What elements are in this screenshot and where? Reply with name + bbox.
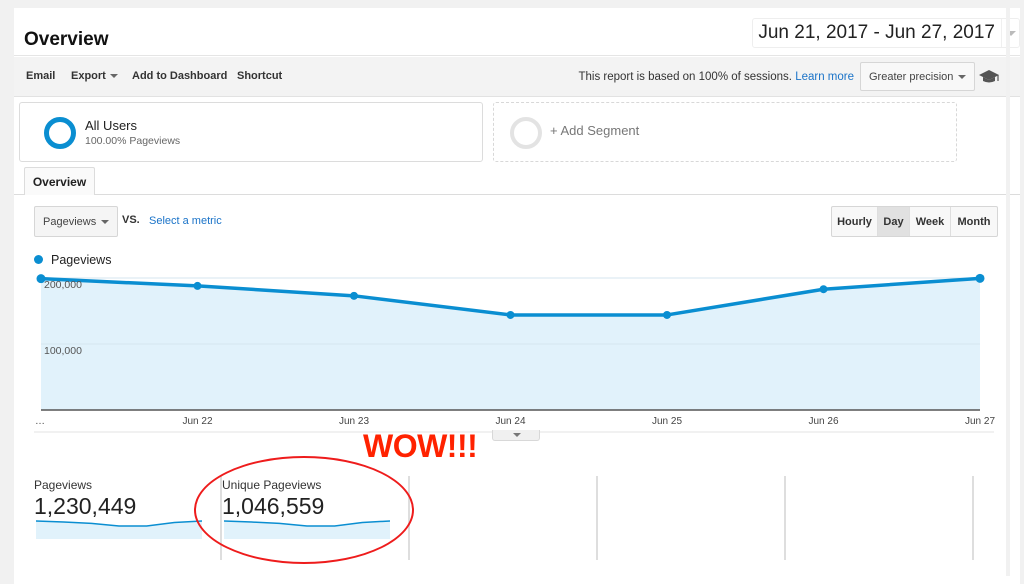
report-toolbar: Email Export Add to Dashboard Shortcut T… — [14, 57, 1020, 97]
scorecard-sparkline — [224, 520, 390, 539]
scorecard-value: 1,046,559 — [222, 493, 325, 519]
email-button[interactable]: Email — [26, 70, 55, 82]
caret-down-icon — [109, 74, 118, 79]
x-tick-label: Jun 22 — [182, 416, 212, 427]
select-metric-link[interactable]: Select a metric — [149, 215, 222, 227]
add-to-dashboard-button[interactable]: Add to Dashboard — [132, 70, 227, 82]
segment-percentage: 100.00% Pageviews — [85, 135, 181, 147]
legend-pageviews-dot — [34, 255, 43, 264]
data-point — [350, 291, 358, 300]
granularity-toggle: Hourly Day Week Month — [831, 206, 998, 237]
series-line-pageviews — [40, 276, 981, 317]
x-tick-label: Jun 26 — [808, 416, 838, 427]
area-fill — [41, 278, 980, 410]
tab-overview[interactable]: Overview — [24, 167, 95, 195]
granularity-hourly[interactable]: Hourly — [832, 207, 878, 236]
title-bar: Overview Jun 21, 2017 - Jun 27, 2017 — [14, 8, 1020, 56]
scorecard-empty — [410, 476, 598, 560]
add-segment-box[interactable]: + Add Segment — [493, 102, 957, 162]
y-tick-label: 100,000 — [44, 345, 82, 357]
wow-annotation: WOW!!! — [363, 428, 478, 464]
legend-pageviews-label: Pageviews — [51, 253, 112, 267]
sampling-text: This report is based on 100% of sessions… — [578, 71, 792, 83]
precision-select[interactable]: Greater precision — [860, 62, 975, 91]
scorecard-empty — [786, 476, 974, 560]
metric-select[interactable]: Pageviews — [34, 206, 118, 237]
x-tick-label: Jun 25 — [652, 416, 682, 427]
x-tick-label: Jun 27 — [965, 416, 995, 427]
tab-bar-divider — [14, 194, 1020, 195]
data-point — [193, 281, 202, 290]
export-button[interactable]: Export — [71, 70, 118, 82]
scorecard-unique-pageviews[interactable]: Unique Pageviews 1,046,559 — [222, 476, 410, 560]
scorecard-empty — [598, 476, 786, 560]
x-tick-label: Jun 23 — [339, 416, 369, 427]
add-segment-button[interactable]: + Add Segment — [550, 123, 639, 138]
export-label: Export — [71, 70, 106, 82]
metric-select-label: Pageviews — [43, 215, 97, 228]
learn-more-link[interactable]: Learn more — [795, 71, 854, 83]
report-page: Overview Jun 21, 2017 - Jun 27, 2017 Ema… — [14, 8, 1020, 584]
sampling-notice: This report is based on 100% of sessions… — [578, 71, 854, 83]
data-point — [663, 310, 671, 319]
scorecard-label: Pageviews — [34, 478, 93, 492]
scorecard-sparkline — [36, 520, 202, 539]
sparkline-fill — [36, 521, 202, 539]
scorecard-label: Unique Pageviews — [222, 478, 322, 492]
scorecard-pageviews[interactable]: Pageviews 1,230,449 — [34, 476, 222, 560]
segment-name: All Users — [85, 118, 138, 133]
segment-all-users[interactable]: All Users 100.00% Pageviews — [19, 102, 483, 162]
x-tick-label: … — [35, 416, 45, 427]
date-range-dropdown[interactable] — [1001, 19, 1019, 47]
empty-segment-ring-icon — [510, 117, 542, 149]
granularity-day[interactable]: Day — [878, 207, 910, 236]
sparkline-fill — [224, 521, 390, 539]
chart-collapse-toggle[interactable] — [492, 430, 540, 441]
caret-down-icon — [101, 220, 109, 224]
shortcut-button[interactable]: Shortcut — [237, 70, 282, 82]
x-tick-label: Jun 24 — [495, 416, 525, 427]
page-title: Overview — [24, 29, 109, 50]
granularity-month[interactable]: Month — [951, 207, 997, 236]
data-point — [506, 310, 515, 319]
scorecard-value: 1,230,449 — [34, 493, 137, 519]
date-range-picker[interactable]: Jun 21, 2017 - Jun 27, 2017 — [752, 18, 1020, 48]
graduation-cap-icon[interactable] — [978, 69, 1000, 85]
granularity-week[interactable]: Week — [910, 207, 951, 236]
segment-ring-icon — [44, 117, 76, 149]
data-point — [975, 273, 985, 283]
precision-label: Greater precision — [869, 70, 954, 83]
caret-down-icon — [958, 75, 966, 79]
data-point — [819, 285, 828, 294]
y-tick-label: 200,000 — [44, 279, 82, 291]
caret-down-icon — [513, 433, 521, 437]
vs-label: VS. — [122, 214, 140, 226]
date-range-label: Jun 21, 2017 - Jun 27, 2017 — [758, 22, 995, 43]
data-point — [36, 274, 46, 284]
page-scrollbar[interactable] — [1006, 0, 1010, 576]
